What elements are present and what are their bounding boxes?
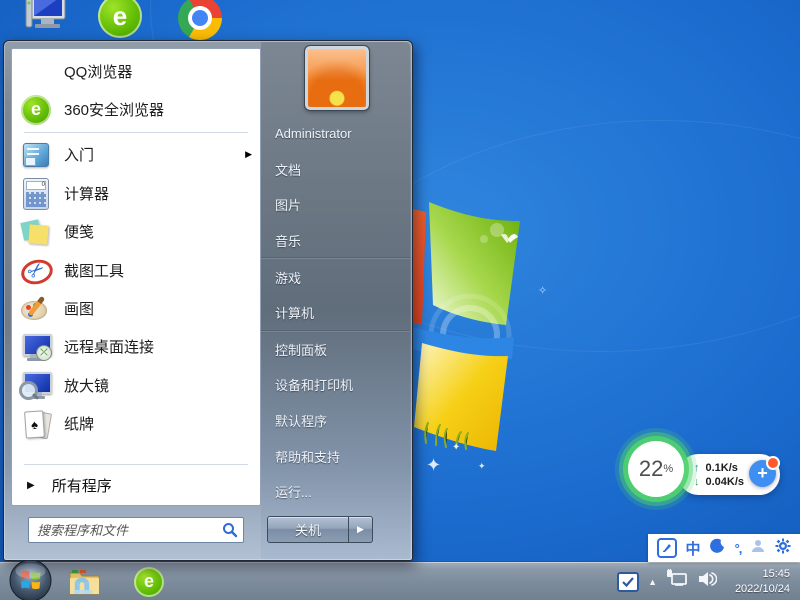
wallpaper-sparkle: ✦: [452, 442, 460, 453]
notification-dot: [766, 456, 780, 470]
360-browser-icon: e: [20, 94, 52, 126]
desktop: ✦ ✦ ✦ ✧ e QQ浏览器 e: [0, 0, 800, 600]
item-help-support[interactable]: 帮助和支持: [261, 438, 410, 474]
user-avatar[interactable]: [305, 46, 369, 110]
ime-language-mode-button[interactable]: 中: [686, 538, 701, 559]
tray-network-icon[interactable]: [666, 569, 688, 594]
pinned-programs-list: QQ浏览器 e 360安全浏览器 入门 ▶ 计算器: [12, 49, 260, 443]
calculator-icon: [20, 177, 52, 209]
ime-punctuation-button[interactable]: °,: [735, 541, 742, 556]
clock-date: 2022/10/24: [726, 582, 790, 596]
all-programs-button[interactable]: ▶ 所有程序: [12, 465, 260, 505]
menu-item-label: 360安全浏览器: [64, 99, 252, 120]
tray-volume-icon[interactable]: [697, 570, 717, 593]
menu-item-label: 纸牌: [64, 413, 252, 434]
start-menu-item-getting-started[interactable]: 入门 ▶: [12, 136, 260, 174]
qq-browser-icon: [20, 55, 52, 87]
getting-started-icon: [20, 139, 52, 171]
ime-toolbar: 中 °,: [648, 534, 800, 562]
taskbar-explorer-button[interactable]: [62, 565, 108, 598]
paint-icon: [20, 293, 52, 325]
percent-sign: %: [663, 463, 673, 475]
taskbar: e ▲: [0, 561, 800, 600]
start-menu-item-sticky-notes[interactable]: 便笺: [12, 213, 260, 251]
ime-user-icon[interactable]: [750, 538, 766, 559]
system-tray: ▲ 15:45 2022/10/24: [617, 562, 798, 600]
shutdown-options-button[interactable]: ▶: [349, 516, 373, 543]
ime-fullwidth-moon-icon[interactable]: [710, 538, 726, 559]
start-menu-item-snipping-tool[interactable]: ✂ 截图工具: [12, 251, 260, 289]
360-browser-icon: e: [134, 567, 164, 597]
all-programs-arrow-icon: ▶: [27, 480, 35, 491]
user-name-item[interactable]: Administrator: [261, 116, 410, 152]
desktop-icon-chrome[interactable]: [176, 0, 224, 42]
chevron-right-icon: ▶: [357, 524, 364, 535]
wallpaper-sparkle: ✦: [426, 455, 441, 476]
remote-desktop-icon: ⤫: [20, 331, 52, 363]
menu-item-label: QQ浏览器: [64, 61, 252, 82]
chrome-icon: [178, 0, 222, 40]
start-menu: QQ浏览器 e 360安全浏览器 入门 ▶ 计算器: [3, 40, 413, 561]
desktop-icon-360-browser[interactable]: e: [96, 0, 144, 40]
360-browser-icon: e: [98, 0, 142, 38]
places-list: Administrator 文档 图片 音乐 游戏 计算机 控制面板 设备和打印…: [261, 116, 410, 510]
start-menu-item-paint[interactable]: 画图: [12, 289, 260, 327]
start-menu-item-qq-browser[interactable]: QQ浏览器: [12, 52, 260, 90]
start-menu-places-panel: Administrator 文档 图片 音乐 游戏 计算机 控制面板 设备和打印…: [261, 42, 410, 559]
solitaire-icon: ♠: [20, 408, 52, 440]
explorer-folder-icon: [68, 568, 102, 596]
item-devices-printers[interactable]: 设备和打印机: [261, 367, 410, 403]
item-pictures[interactable]: 图片: [261, 187, 410, 223]
ime-settings-gear-icon[interactable]: [775, 538, 791, 559]
item-games[interactable]: 游戏: [261, 258, 410, 295]
menu-item-label: 远程桌面连接: [64, 336, 252, 357]
download-arrow-icon: ↓: [694, 476, 700, 488]
wallpaper-butterfly-sparkle: ✧: [538, 284, 547, 297]
start-menu-programs-panel: QQ浏览器 e 360安全浏览器 入门 ▶ 计算器: [11, 48, 261, 506]
menu-item-label: 入门: [64, 144, 233, 165]
shutdown-button[interactable]: 关机: [267, 516, 349, 543]
menu-item-label: 计算器: [64, 183, 252, 204]
start-button[interactable]: [9, 559, 52, 600]
upload-arrow-icon: ↑: [694, 462, 700, 474]
item-default-programs[interactable]: 默认程序: [261, 403, 410, 439]
download-speed-value: 0.04K/s: [706, 476, 745, 488]
start-menu-item-remote-desktop[interactable]: ⤫ 远程桌面连接: [12, 328, 260, 366]
submenu-arrow-icon: ▶: [245, 149, 252, 160]
menu-item-label: 截图工具: [64, 260, 252, 281]
all-programs-label: 所有程序: [52, 475, 112, 496]
start-menu-item-360-browser[interactable]: e 360安全浏览器: [12, 90, 260, 128]
search-input[interactable]: [28, 517, 244, 543]
upload-speed-value: 0.1K/s: [706, 462, 738, 474]
tray-clock[interactable]: 15:45 2022/10/24: [726, 567, 798, 596]
start-menu-item-calculator[interactable]: 计算器: [12, 174, 260, 212]
sticky-notes-icon: [20, 216, 52, 248]
menu-item-label: 放大镜: [64, 375, 252, 396]
item-control-panel[interactable]: 控制面板: [261, 331, 410, 368]
menu-separator: [24, 132, 248, 133]
wallpaper-flag: [396, 175, 616, 475]
desktop-icon-computer[interactable]: [22, 0, 70, 38]
item-music[interactable]: 音乐: [261, 223, 410, 259]
item-computer[interactable]: 计算机: [261, 295, 410, 331]
start-menu-item-solitaire[interactable]: ♠ 纸牌: [12, 405, 260, 443]
start-menu-item-magnifier[interactable]: 放大镜: [12, 366, 260, 404]
magnifier-icon: [20, 369, 52, 401]
clock-time: 15:45: [726, 567, 790, 581]
item-documents[interactable]: 文档: [261, 152, 410, 188]
memory-usage-ball[interactable]: 22%: [628, 441, 684, 497]
snipping-tool-icon: ✂: [20, 254, 52, 286]
search-icon[interactable]: [222, 522, 238, 538]
ime-logo-icon[interactable]: [657, 538, 677, 558]
item-run[interactable]: 运行...: [261, 474, 410, 510]
search-area: [11, 506, 261, 554]
tray-checkmark-icon[interactable]: [617, 572, 639, 592]
memory-percent-value: 22: [639, 456, 663, 482]
menu-item-label: 画图: [64, 298, 252, 319]
menu-item-label: 便笺: [64, 221, 252, 242]
shutdown-controls: 关机 ▶: [267, 516, 373, 543]
show-hidden-icons-button[interactable]: ▲: [648, 577, 657, 587]
wallpaper-sparkle: ✦: [478, 461, 486, 472]
taskbar-360-browser-button[interactable]: e: [126, 565, 172, 598]
